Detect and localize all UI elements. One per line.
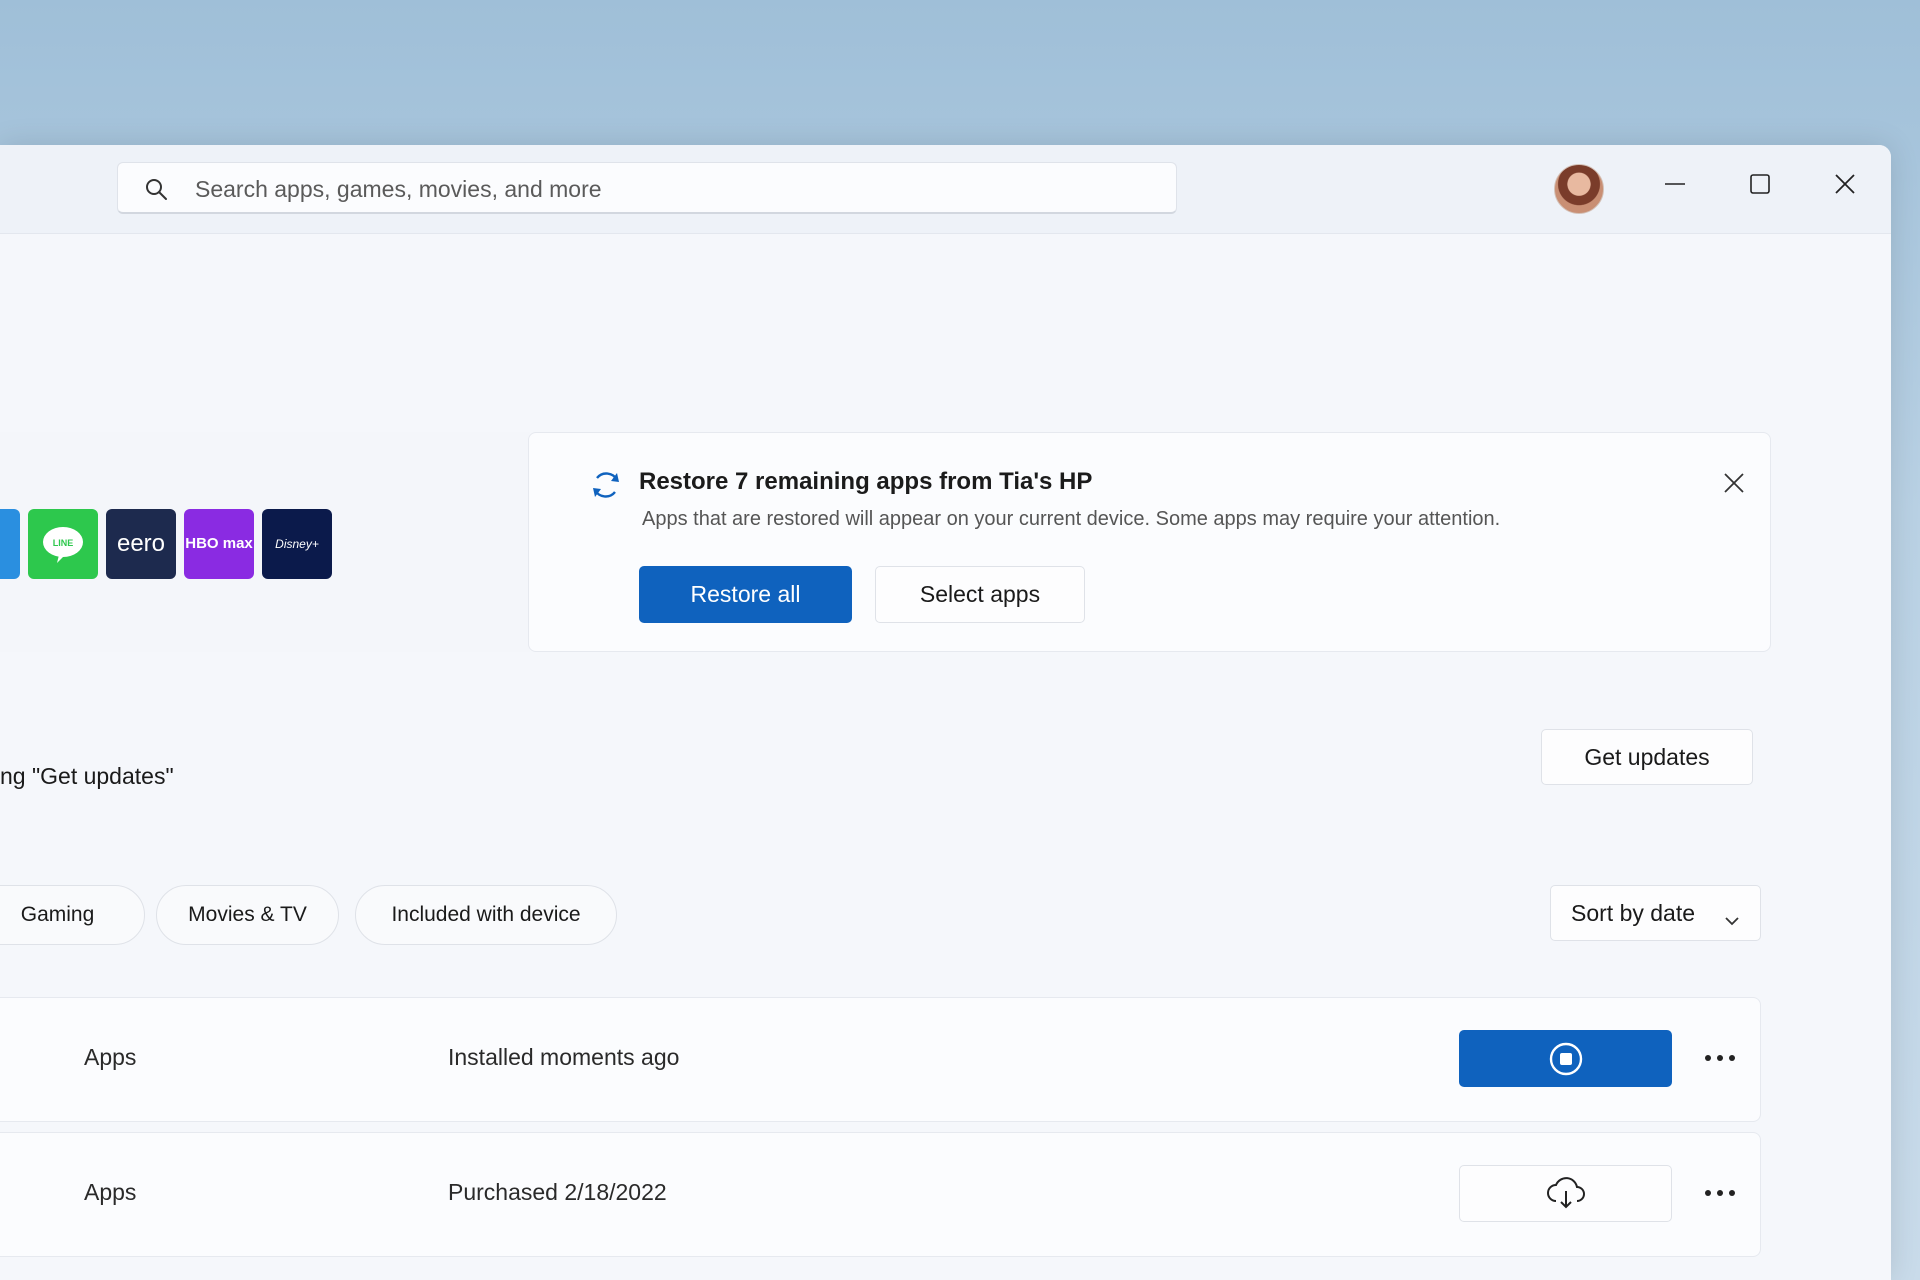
search-icon: [144, 177, 168, 206]
filter-gaming[interactable]: Gaming: [0, 885, 145, 945]
title-bar: [0, 145, 1891, 234]
restore-all-button[interactable]: Restore all: [639, 566, 852, 623]
close-window-button[interactable]: [1815, 159, 1875, 209]
stop-icon: [1549, 1042, 1582, 1075]
minimize-icon: [1665, 183, 1685, 185]
restore-description: Apps that are restored will appear on yo…: [642, 508, 1501, 530]
row-category: Apps: [84, 1179, 137, 1205]
filter-movies-tv-label: Movies & TV: [188, 903, 307, 926]
line-app-icon: LINE: [28, 509, 98, 579]
maximize-button[interactable]: [1730, 159, 1790, 209]
sort-label: Sort by date: [1571, 899, 1696, 926]
get-updates-button[interactable]: Get updates: [1541, 729, 1753, 785]
updates-hint: ng "Get updates": [0, 763, 174, 789]
disney-plus-app-icon: Disney+: [262, 509, 332, 579]
more-options-button[interactable]: [1700, 1175, 1740, 1211]
filter-gaming-label: Gaming: [20, 903, 95, 926]
store-window: LINE eero HBO max Disney+ Restore 7 rema…: [0, 145, 1891, 1280]
eero-app-icon: eero: [106, 509, 176, 579]
hbomax-label: HBO max: [185, 534, 253, 552]
sort-dropdown[interactable]: Sort by date: [1550, 885, 1761, 941]
maximize-icon: [1750, 174, 1770, 194]
hbomax-app-icon: HBO max: [184, 509, 254, 579]
partial-app-icon: [0, 509, 20, 579]
more-icon: [1705, 1190, 1735, 1196]
filter-included-with-device[interactable]: Included with device: [355, 885, 617, 945]
search-input[interactable]: [193, 171, 1097, 207]
chevron-down-icon: [1724, 906, 1740, 933]
disney-plus-label: Disney+: [275, 537, 319, 551]
stop-install-button[interactable]: [1459, 1030, 1672, 1087]
close-icon: [1724, 473, 1744, 493]
download-button[interactable]: [1459, 1165, 1672, 1222]
restore-card: Restore 7 remaining apps from Tia's HP A…: [528, 432, 1771, 652]
row-category: Apps: [84, 1044, 137, 1070]
dismiss-restore-button[interactable]: [1714, 463, 1754, 503]
filter-movies-tv[interactable]: Movies & TV: [156, 885, 339, 945]
minimize-button[interactable]: [1645, 159, 1705, 209]
eero-label: eero: [116, 530, 166, 557]
close-icon: [1835, 174, 1855, 194]
select-apps-button[interactable]: Select apps: [875, 566, 1085, 623]
library-row[interactable]: Apps Purchased 2/18/2022: [0, 1132, 1761, 1257]
cloud-download-icon: [1546, 1176, 1585, 1208]
svg-text:LINE: LINE: [53, 538, 74, 548]
row-status: Purchased 2/18/2022: [448, 1179, 667, 1205]
row-status: Installed moments ago: [448, 1044, 680, 1070]
filter-included-label: Included with device: [391, 903, 581, 926]
sync-icon: [589, 468, 623, 507]
more-options-button[interactable]: [1700, 1040, 1740, 1076]
search-box[interactable]: [117, 162, 1177, 214]
user-avatar[interactable]: [1554, 164, 1604, 214]
more-icon: [1705, 1055, 1735, 1061]
restore-title: Restore 7 remaining apps from Tia's HP: [639, 468, 1093, 495]
library-row[interactable]: Apps Installed moments ago: [0, 997, 1761, 1122]
